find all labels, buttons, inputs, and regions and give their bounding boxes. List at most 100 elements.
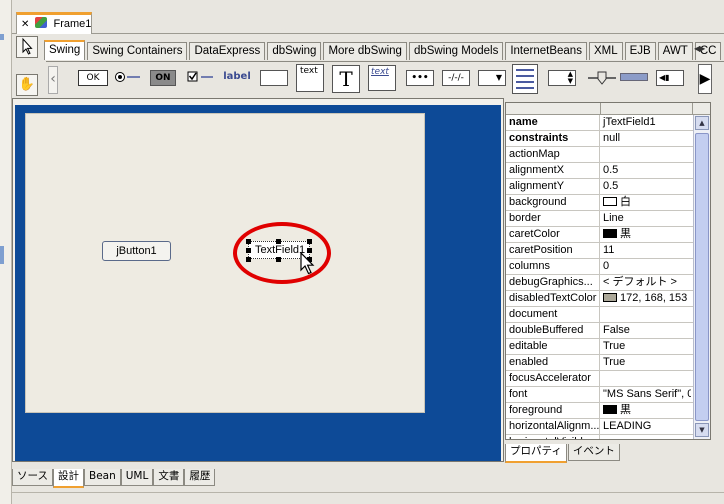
property-value[interactable]: "MS Sans Serif", 0: [601, 387, 691, 403]
property-row[interactable]: document: [506, 307, 710, 323]
property-row[interactable]: horizontalAlignm... LEADING: [506, 419, 710, 435]
property-value[interactable]: jTextField1: [601, 115, 691, 131]
property-row[interactable]: border Line: [506, 211, 710, 227]
component-palette: ✋ Swing Swing Containers DataExpress dbSwin…: [12, 36, 724, 98]
jbutton1-component[interactable]: jButton1: [102, 241, 171, 261]
jprogressbar-component[interactable]: [620, 73, 648, 81]
jtogglebutton-component[interactable]: ON: [150, 70, 176, 86]
jlist-component[interactable]: [512, 64, 538, 94]
property-value-text: True: [603, 356, 626, 368]
palette-scroll-right-button[interactable]: ▶: [698, 64, 712, 94]
bean-chooser-button[interactable]: ✋: [16, 74, 38, 96]
tab-uml[interactable]: UML: [120, 469, 154, 486]
jeditorpane-component[interactable]: text: [368, 65, 396, 91]
jcheckbox-component[interactable]: [187, 70, 215, 86]
palette-tab-dbswing[interactable]: dbSwing: [267, 42, 322, 60]
property-value[interactable]: [601, 307, 691, 323]
checkbox-icon: [187, 71, 213, 82]
palette-tab-scroll-arrows[interactable]: ◀▶: [694, 40, 724, 58]
jcombobox-component[interactable]: ▼: [478, 70, 506, 86]
property-value[interactable]: 0.5: [601, 179, 691, 195]
palette-tab-awt[interactable]: AWT: [657, 42, 693, 60]
property-value[interactable]: null: [601, 131, 691, 147]
inspector-value-column-header[interactable]: [601, 103, 693, 115]
scrollbar-thumb[interactable]: [695, 133, 709, 421]
jslider-component[interactable]: [586, 70, 618, 86]
property-row[interactable]: caretColor 黒: [506, 227, 710, 243]
tab-events[interactable]: イベント: [567, 444, 620, 461]
property-row[interactable]: alignmentX 0.5: [506, 163, 710, 179]
scroll-down-arrow-icon[interactable]: ▼: [695, 423, 709, 437]
palette-tab-dbswing-models[interactable]: dbSwing Models: [408, 42, 504, 60]
property-value[interactable]: [601, 371, 691, 387]
jpasswordfield-component[interactable]: •••: [406, 70, 434, 86]
property-value[interactable]: LEADING: [601, 419, 691, 435]
palette-scroll-left-button[interactable]: ‹: [48, 66, 58, 94]
property-row[interactable]: name jTextField1: [506, 115, 710, 131]
jradiobutton-component[interactable]: [114, 70, 142, 86]
property-value[interactable]: 黒: [601, 403, 691, 419]
property-row[interactable]: editable True: [506, 339, 710, 355]
slider-icon: [588, 71, 616, 85]
palette-tab-swing-containers[interactable]: Swing Containers: [87, 42, 188, 60]
color-swatch: [603, 197, 617, 206]
selection-tool-button[interactable]: [16, 36, 38, 58]
palette-tab-more-dbswing[interactable]: More dbSwing: [323, 42, 407, 60]
property-row[interactable]: disabledTextColor 172, 168, 153: [506, 291, 710, 307]
frame-content-pane[interactable]: [25, 113, 425, 413]
property-row[interactable]: horizontalVisibl...: [506, 435, 710, 439]
property-value[interactable]: < デフォルト >: [601, 275, 691, 291]
property-row[interactable]: background 白: [506, 195, 710, 211]
property-row[interactable]: actionMap: [506, 147, 710, 163]
property-value[interactable]: 11: [601, 243, 691, 259]
property-value[interactable]: True: [601, 339, 691, 355]
jformattedtextfield-component[interactable]: -/-/-: [442, 70, 470, 86]
jspinner-component[interactable]: ▲ ▼: [548, 70, 576, 86]
property-row[interactable]: enabled True: [506, 355, 710, 371]
property-row[interactable]: constraints null: [506, 131, 710, 147]
palette-tab-xml[interactable]: XML: [588, 42, 623, 60]
jtextarea-component[interactable]: text: [296, 64, 324, 92]
property-value[interactable]: 172, 168, 153: [601, 291, 691, 307]
property-value-text: 172, 168, 153: [620, 292, 688, 304]
jtextfield-component[interactable]: [260, 70, 288, 86]
palette-tab-ejb[interactable]: EJB: [624, 42, 656, 60]
property-value[interactable]: 0.5: [601, 163, 691, 179]
tab-history[interactable]: 履歴: [184, 469, 216, 486]
property-value[interactable]: 黒: [601, 227, 691, 243]
close-icon[interactable]: ✕: [21, 19, 29, 30]
property-value[interactable]: 白: [601, 195, 691, 211]
property-value[interactable]: 0: [601, 259, 691, 275]
property-row[interactable]: caretPosition 11: [506, 243, 710, 259]
property-row[interactable]: columns 0: [506, 259, 710, 275]
tab-source[interactable]: ソース: [12, 469, 53, 486]
jbutton-component[interactable]: OK: [78, 70, 108, 86]
property-row[interactable]: focusAccelerator: [506, 371, 710, 387]
jlabel-component[interactable]: label: [223, 70, 251, 86]
inspector-name-column-header[interactable]: [506, 103, 601, 115]
property-name: horizontalVisibl...: [506, 435, 600, 439]
scroll-up-arrow-icon[interactable]: ▲: [695, 116, 709, 130]
document-tab-frame1[interactable]: ✕ Frame1: [16, 12, 92, 34]
property-row[interactable]: doubleBuffered False: [506, 323, 710, 339]
property-value[interactable]: [601, 435, 691, 439]
tab-doc[interactable]: 文書: [153, 469, 185, 486]
palette-tab-dataexpress[interactable]: DataExpress: [189, 42, 266, 60]
property-value[interactable]: Line: [601, 211, 691, 227]
property-value[interactable]: False: [601, 323, 691, 339]
property-value[interactable]: [601, 147, 691, 163]
palette-tab-internetbeans[interactable]: InternetBeans: [505, 42, 587, 60]
tab-bean[interactable]: Bean: [83, 469, 121, 486]
tab-properties[interactable]: プロパティ: [505, 444, 567, 463]
property-row[interactable]: font "MS Sans Serif", 0: [506, 387, 710, 403]
inspector-scrollbar[interactable]: ▲ ▼: [693, 115, 710, 439]
jtextpane-component[interactable]: T: [332, 65, 360, 93]
property-row[interactable]: alignmentY 0.5: [506, 179, 710, 195]
palette-tab-swing[interactable]: Swing: [44, 40, 86, 60]
tab-design[interactable]: 設計: [52, 469, 84, 488]
property-row[interactable]: foreground 黒: [506, 403, 710, 419]
property-value[interactable]: True: [601, 355, 691, 371]
status-divider: [12, 492, 724, 493]
jscrollbar-component[interactable]: ◀▮: [656, 70, 684, 86]
property-row[interactable]: debugGraphics... < デフォルト >: [506, 275, 710, 291]
